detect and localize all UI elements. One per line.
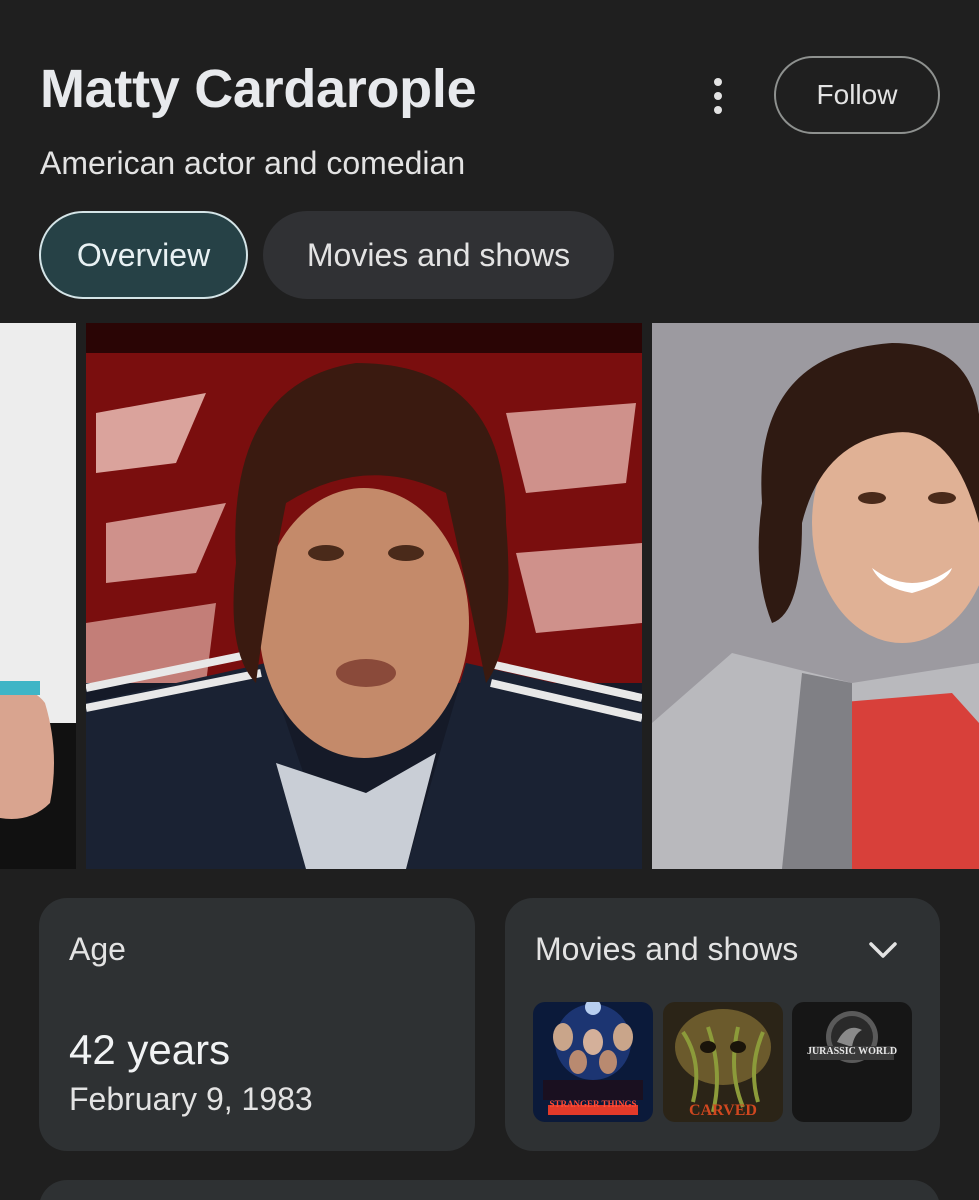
age-label: Age xyxy=(69,931,126,967)
carousel-image-3[interactable] xyxy=(652,323,979,869)
follow-button[interactable]: Follow xyxy=(774,56,940,134)
poster-title: CARVED xyxy=(689,1102,757,1119)
tab-overview[interactable]: Overview xyxy=(39,211,248,299)
tab-movies-and-shows[interactable]: Movies and shows xyxy=(263,211,614,299)
image-carousel[interactable] xyxy=(0,323,979,869)
poster-title: JURASSIC WORLD xyxy=(806,1046,898,1057)
movies-card[interactable]: Movies and shows STRANGER THINGS CARVED xyxy=(505,898,940,1151)
poster-title: STRANGER THINGS xyxy=(549,1099,637,1109)
age-card[interactable]: Age 42 years February 9, 1983 xyxy=(39,898,475,1151)
entity-title: Matty Cardarople xyxy=(40,59,477,119)
carousel-image-1[interactable] xyxy=(0,323,76,869)
birth-date: February 9, 1983 xyxy=(69,1081,313,1117)
carousel-image-2[interactable] xyxy=(86,323,642,869)
entity-description: American actor and comedian xyxy=(40,145,466,181)
age-value: 42 years xyxy=(69,1026,231,1073)
next-card[interactable] xyxy=(39,1180,940,1200)
more-options-icon[interactable] xyxy=(700,72,736,120)
movies-label: Movies and shows xyxy=(535,931,799,967)
poster-jurassic-world[interactable]: JURASSIC WORLD xyxy=(792,1002,912,1122)
chevron-down-icon[interactable] xyxy=(863,932,903,968)
poster-stranger-things[interactable]: STRANGER THINGS xyxy=(533,1002,653,1122)
poster-carved[interactable]: CARVED xyxy=(663,1002,783,1122)
